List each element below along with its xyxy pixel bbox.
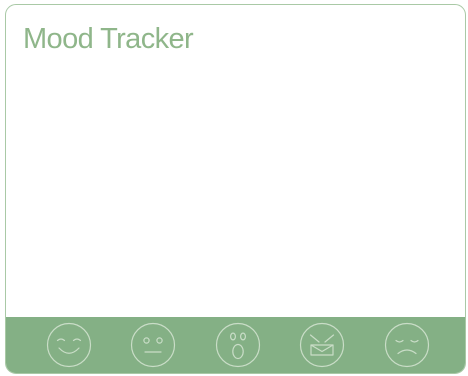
page-title: Mood Tracker: [23, 23, 194, 55]
sad-face-icon: [384, 322, 430, 368]
happy-face-icon: [46, 322, 92, 368]
mood-button-surprised[interactable]: [215, 322, 261, 368]
surprised-face-icon: [215, 322, 261, 368]
mood-button-sad[interactable]: [384, 322, 430, 368]
mood-button-happy[interactable]: [46, 322, 92, 368]
angry-face-icon: [299, 322, 345, 368]
mood-history-area: [6, 65, 465, 317]
mood-tracker-card: Mood Tracker: [5, 4, 466, 374]
mood-button-neutral[interactable]: [130, 322, 176, 368]
mood-button-angry[interactable]: [299, 322, 345, 368]
neutral-face-icon: [130, 322, 176, 368]
mood-selector-bar: [6, 317, 465, 373]
